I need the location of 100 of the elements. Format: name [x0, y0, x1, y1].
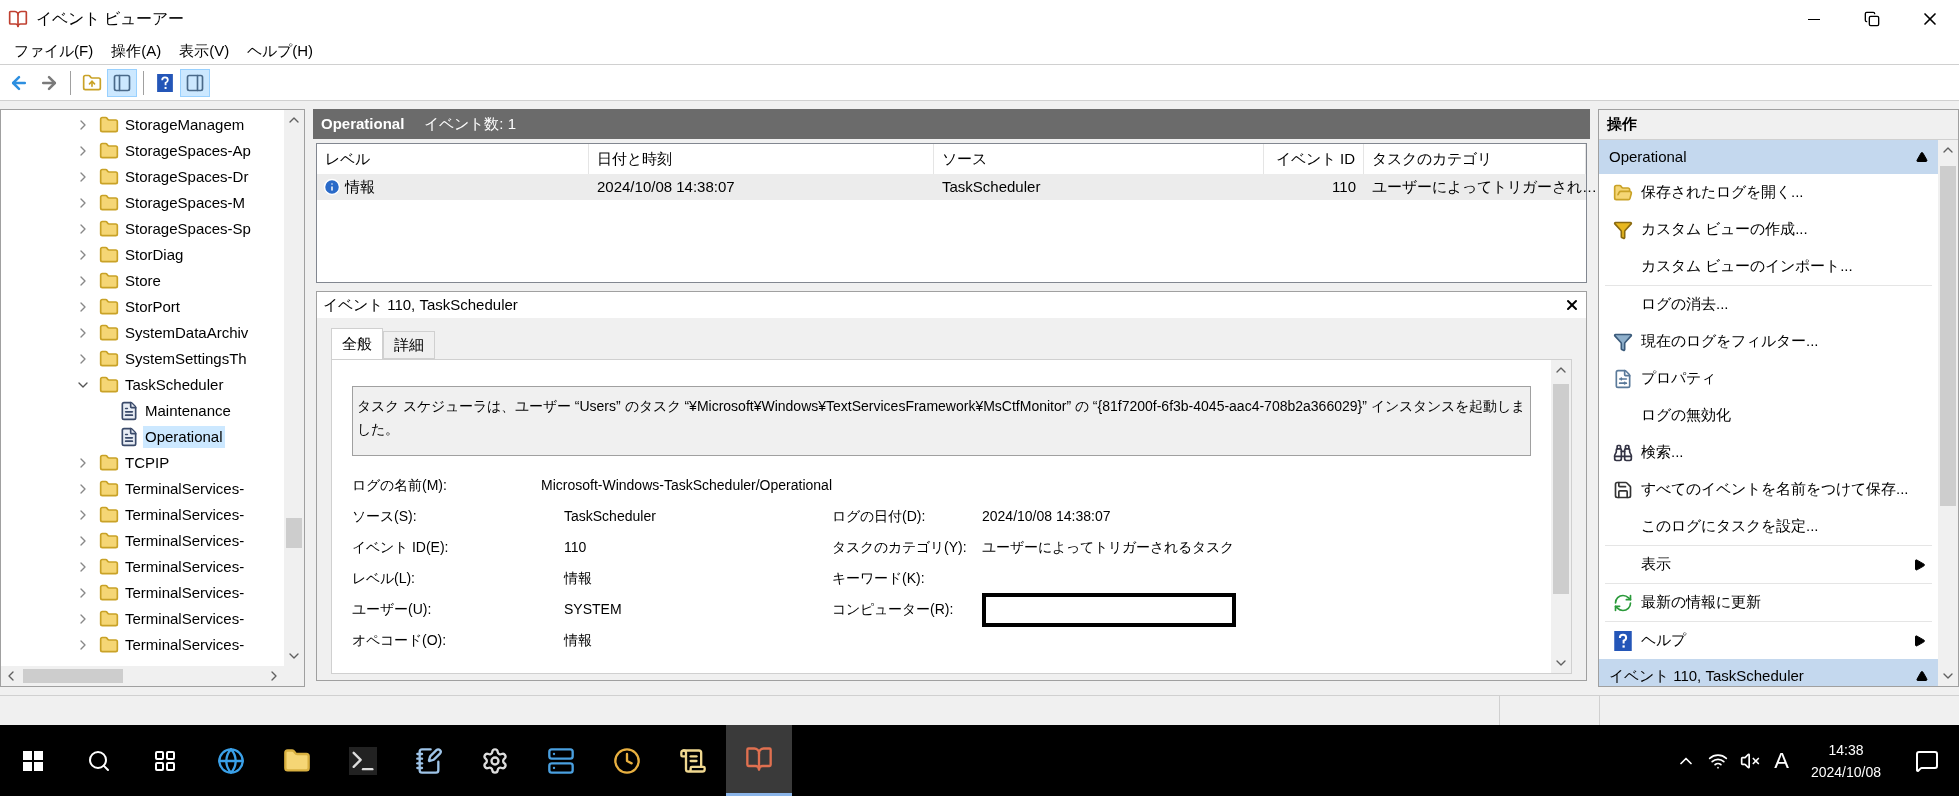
action-item[interactable]: ヘルプ: [1605, 622, 1932, 659]
scroll-thumb[interactable]: [286, 518, 302, 548]
tree-item[interactable]: TerminalServices-: [123, 503, 247, 527]
action-item[interactable]: ログの消去...: [1605, 286, 1932, 323]
field-label: キーワード(K):: [832, 569, 926, 588]
tree-item[interactable]: TCPIP: [123, 451, 172, 475]
tree-horizontal-scrollbar[interactable]: [1, 666, 304, 686]
properties-icon: [1613, 368, 1633, 389]
open-folder-icon: [1613, 182, 1633, 203]
tree-item[interactable]: StorageManagem: [123, 113, 247, 137]
detail-scrollbar[interactable]: [1551, 360, 1571, 673]
notification-icon[interactable]: [1915, 748, 1939, 773]
tree-item[interactable]: TerminalServices-: [123, 477, 247, 501]
field-label: ソース(S):: [352, 507, 418, 526]
tree-item[interactable]: TerminalServices-: [123, 607, 247, 631]
tree-item[interactable]: Operational: [143, 425, 225, 449]
ime-indicator[interactable]: A: [1774, 744, 1789, 777]
tree-item[interactable]: StorageSpaces-Dr: [123, 165, 251, 189]
collapse-triangle-icon[interactable]: [1916, 151, 1928, 163]
tree-item[interactable]: TerminalServices-: [123, 555, 247, 579]
funnel-icon: [1613, 331, 1633, 352]
action-item[interactable]: 保存されたログを開く...: [1605, 174, 1932, 211]
field-label: イベント ID(E):: [352, 538, 450, 557]
tree-item[interactable]: TerminalServices-: [123, 529, 247, 553]
scroll-thumb[interactable]: [23, 669, 123, 683]
action-item[interactable]: このログにタスクを設定...: [1605, 508, 1932, 545]
field-value: 2024/10/08 14:38:07: [982, 507, 1111, 526]
tree-item[interactable]: TerminalServices-: [123, 633, 247, 657]
collapse-triangle-icon[interactable]: [1916, 670, 1928, 682]
close-icon[interactable]: [1564, 297, 1580, 313]
tree-item[interactable]: StorageSpaces-Sp: [123, 217, 253, 241]
windows-logo-icon: [23, 750, 43, 771]
action-item[interactable]: ログの無効化: [1605, 397, 1932, 434]
folder-icon: [99, 115, 119, 135]
pane-icon: [185, 72, 205, 93]
tab[interactable]: 全般: [331, 328, 383, 360]
table-cell-text: 110: [1331, 176, 1357, 197]
section-header[interactable]: イベント 110, TaskScheduler: [1599, 659, 1938, 686]
event-viewer-icon: [8, 9, 28, 29]
notepad-icon: [415, 746, 443, 775]
clock[interactable]: 14:38 2024/10/08: [1810, 738, 1881, 783]
folder-icon: [283, 746, 311, 775]
menu-item[interactable]: 表示(V): [171, 39, 238, 63]
folder-icon: [99, 453, 119, 473]
toolbar-button[interactable]: [180, 68, 210, 97]
tree-item[interactable]: SystemSettingsTh: [123, 347, 249, 371]
action-item[interactable]: 検索...: [1605, 434, 1932, 471]
tree-item[interactable]: StorageSpaces-M: [123, 191, 248, 215]
table-cell-text: TaskScheduler: [941, 176, 1042, 197]
funnel-icon: [1613, 219, 1633, 240]
menu-item[interactable]: ファイル(F): [6, 39, 102, 63]
scroll-thumb[interactable]: [1553, 384, 1569, 594]
server-icon: [547, 746, 575, 775]
section-title: Operational: [1609, 146, 1688, 167]
field-value: TaskScheduler: [564, 507, 656, 526]
log-icon: [119, 401, 139, 421]
actions-title: 操作: [1607, 114, 1637, 135]
menu-item[interactable]: ヘルプ(H): [239, 39, 321, 63]
tree-item[interactable]: TaskScheduler: [123, 373, 226, 397]
field-label: ログの名前(M):: [352, 476, 448, 495]
folder-icon: [99, 635, 119, 655]
action-item[interactable]: 最新の情報に更新: [1605, 584, 1932, 621]
tree-item[interactable]: Maintenance: [143, 399, 233, 423]
folder-icon: [99, 323, 119, 343]
action-item[interactable]: 表示: [1605, 546, 1932, 583]
tree-item[interactable]: StorPort: [123, 295, 183, 319]
log-name: Operational: [321, 113, 405, 134]
scroll-icon: [679, 746, 707, 775]
tree-item[interactable]: TerminalServices-: [123, 581, 247, 605]
actions-scrollbar[interactable]: [1938, 140, 1958, 686]
search-icon: [87, 748, 111, 773]
toolbar-button[interactable]: [107, 68, 137, 97]
action-item[interactable]: カスタム ビューのインポート...: [1605, 248, 1932, 285]
menu-item[interactable]: 操作(A): [103, 39, 170, 63]
detail-title: イベント 110, TaskScheduler: [323, 294, 519, 315]
field-label: ログの日付(D):: [832, 507, 927, 526]
volume-muted-icon[interactable]: [1740, 750, 1761, 771]
tree-item[interactable]: StorageSpaces-Ap: [123, 139, 253, 163]
help-icon: [1613, 630, 1633, 651]
tree-item[interactable]: Store: [123, 269, 163, 293]
table-cell-text: 2024/10/08 14:38:07: [596, 176, 736, 197]
field-value: 情報: [564, 631, 592, 650]
tree-scrollbar[interactable]: [284, 110, 304, 666]
scroll-thumb[interactable]: [1940, 166, 1956, 506]
tab[interactable]: 詳細: [383, 331, 435, 359]
section-title: イベント 110, TaskScheduler: [1609, 665, 1805, 686]
action-item[interactable]: 現在のログをフィルター...: [1605, 323, 1932, 360]
action-item[interactable]: カスタム ビューの作成...: [1605, 211, 1932, 248]
field-label: オペコード(O):: [352, 631, 448, 650]
task-view-icon: [153, 748, 177, 773]
field-label: ユーザー(U):: [352, 600, 433, 619]
tree-item[interactable]: SystemDataArchiv: [123, 321, 251, 345]
action-item[interactable]: すべてのイベントを名前をつけて保存...: [1605, 471, 1932, 508]
folder-icon: [99, 531, 119, 551]
section-header[interactable]: Operational: [1599, 140, 1938, 174]
folder-icon: [99, 609, 119, 629]
refresh-icon: [1613, 592, 1633, 613]
globe-icon: [217, 746, 245, 775]
action-item[interactable]: プロパティ: [1605, 360, 1932, 397]
tree-item[interactable]: StorDiag: [123, 243, 186, 267]
